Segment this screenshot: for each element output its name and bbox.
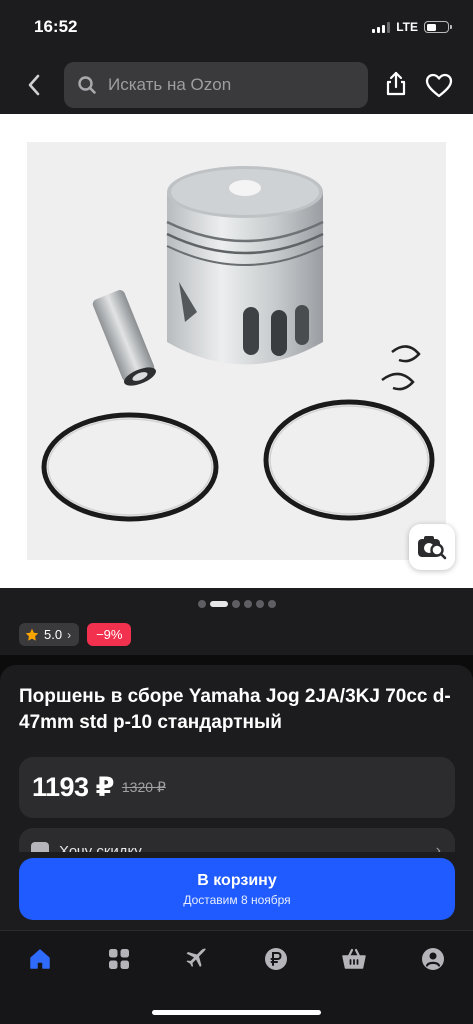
product-title: Поршень в сборе Yamaha Jog 2JA/3KJ 70cc … — [19, 686, 451, 733]
home-indicator — [152, 1010, 321, 1015]
pagination-dot — [231, 600, 240, 608]
delivery-date: Доставим 8 ноября — [183, 892, 291, 907]
tab-cart[interactable] — [339, 945, 369, 973]
home-icon — [30, 949, 50, 969]
rating-badge[interactable]: 5.0 › — [19, 623, 80, 646]
tab-travel[interactable] — [182, 945, 212, 973]
search-icon — [76, 74, 98, 96]
pagination-dot — [267, 600, 276, 608]
product-photo — [27, 142, 446, 560]
visual-search-button[interactable] — [409, 524, 455, 570]
battery-icon — [424, 21, 452, 33]
chevron-left-icon — [28, 74, 40, 96]
chevron-right-icon: › — [67, 627, 72, 642]
back-button[interactable] — [20, 71, 48, 99]
tab-bar — [0, 930, 473, 1024]
favorite-button[interactable] — [423, 70, 455, 100]
tab-profile[interactable] — [418, 945, 448, 973]
discount-badge: −9% — [87, 623, 132, 646]
travel-icon — [186, 948, 206, 967]
current-price: 1193 ₽ — [32, 772, 114, 802]
rating-value: 5.0 — [44, 627, 63, 642]
status-time: 16:52 — [34, 17, 78, 36]
profile-icon — [422, 948, 444, 970]
product-badges: 5.0 › −9% — [19, 623, 132, 646]
pagination-dot — [243, 600, 252, 608]
cart-icon — [342, 948, 366, 969]
pagination-dot-active — [209, 601, 228, 607]
camera-search-icon — [418, 536, 447, 560]
signal-icon — [372, 21, 391, 33]
gallery-pagination — [0, 600, 473, 608]
catalog-icon — [109, 949, 129, 969]
top-nav: Искать на Ozon — [0, 56, 473, 114]
share-icon — [386, 71, 406, 96]
pagination-dot — [255, 600, 264, 608]
ruble-icon — [265, 948, 287, 970]
share-button[interactable] — [381, 69, 411, 99]
old-price: 1320 ₽ — [121, 779, 166, 795]
pagination-dot — [197, 600, 206, 608]
tab-catalog[interactable] — [104, 945, 134, 973]
search-input[interactable]: Искать на Ozon — [64, 62, 368, 108]
search-placeholder: Искать на Ozon — [108, 75, 232, 94]
add-to-cart-label: В корзину — [197, 871, 277, 889]
star-icon — [25, 628, 39, 641]
product-gallery[interactable] — [0, 114, 473, 588]
heart-icon — [425, 73, 453, 97]
price-card[interactable]: 1193 ₽ 1320 ₽ — [19, 757, 455, 818]
status-indicators: LTE — [372, 20, 452, 34]
network-type: LTE — [396, 20, 418, 34]
status-bar: 16:52 LTE — [0, 0, 473, 56]
tab-home[interactable] — [25, 945, 55, 973]
add-to-cart-button[interactable]: В корзину Доставим 8 ноября — [19, 858, 455, 920]
tab-finance[interactable] — [261, 945, 291, 973]
